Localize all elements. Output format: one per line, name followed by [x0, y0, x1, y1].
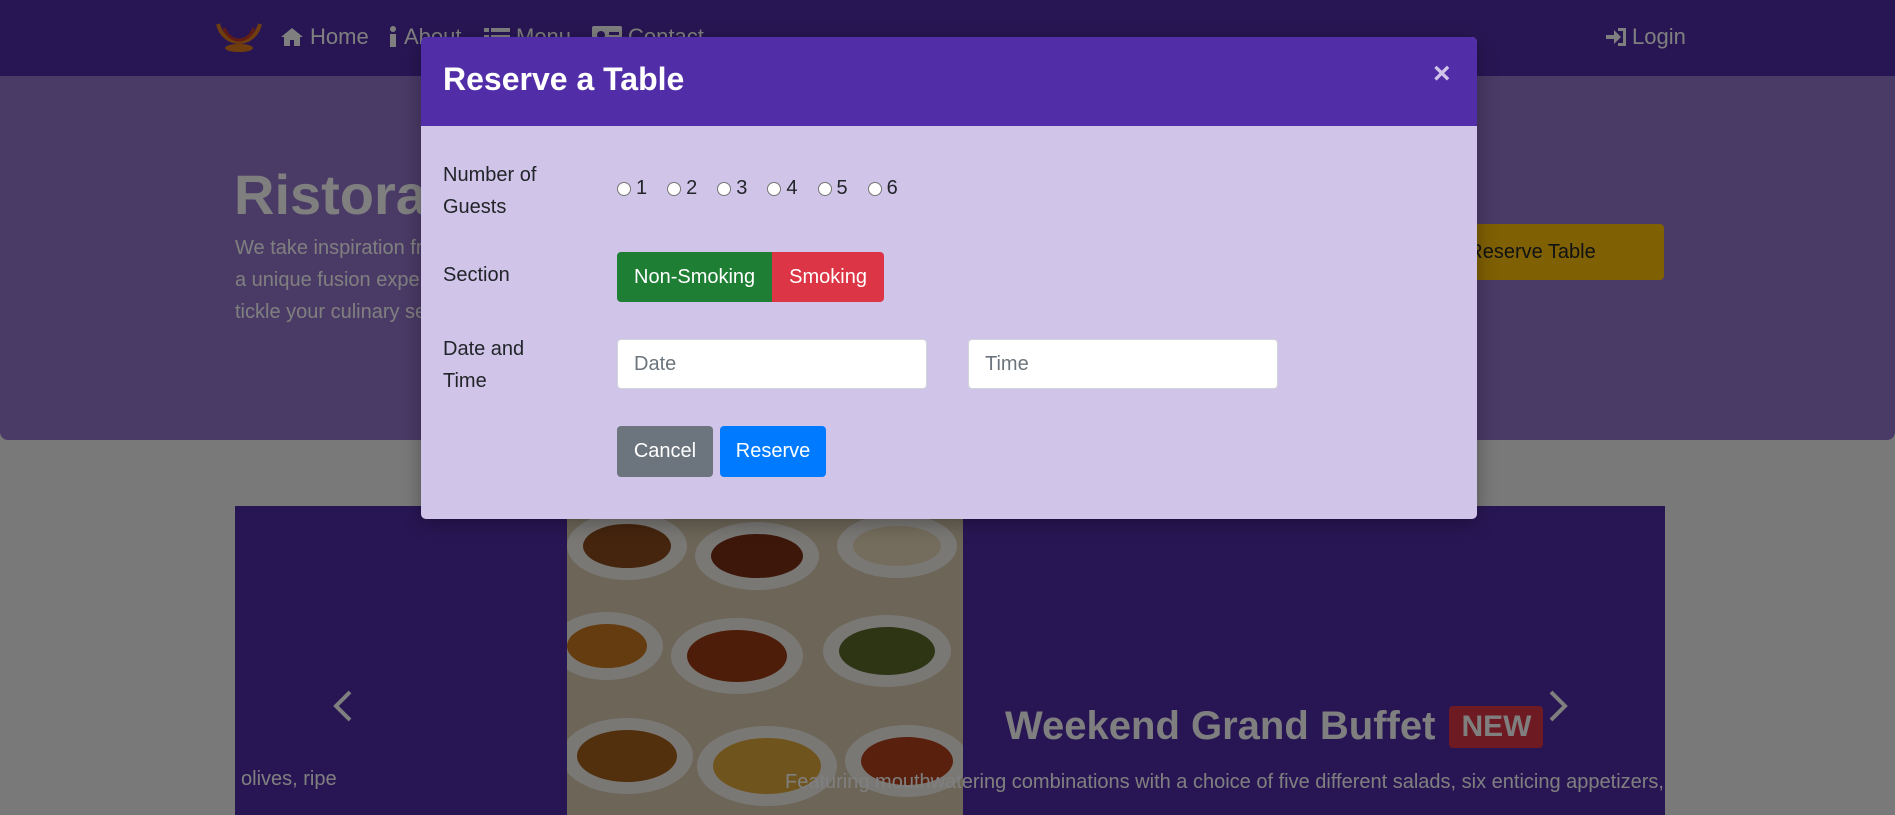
- time-input[interactable]: Time: [968, 339, 1278, 389]
- guest-option-label: 4: [786, 177, 798, 199]
- modal-title: Reserve a Table: [443, 61, 685, 97]
- radio-button[interactable]: [767, 181, 782, 196]
- radio-button[interactable]: [667, 181, 682, 196]
- guest-option-2[interactable]: 2: [667, 177, 697, 200]
- date-input[interactable]: Date: [617, 339, 927, 389]
- guest-option-label: 6: [886, 177, 898, 199]
- datetime-label: Date and Time: [443, 338, 525, 392]
- radio-button[interactable]: [617, 181, 631, 196]
- guests-label: Number of Guests: [443, 164, 537, 218]
- guest-option-1[interactable]: 1: [617, 177, 647, 200]
- guest-option-6[interactable]: 6: [867, 177, 898, 200]
- guests-radio-group: 1 2 3 4 5 6: [617, 177, 898, 200]
- guest-option-label: 3: [736, 177, 748, 199]
- section-label: Section: [443, 264, 510, 286]
- section-button-group: Non-Smoking Smoking: [617, 252, 884, 302]
- reserve-button[interactable]: Reserve: [720, 426, 826, 477]
- radio-button[interactable]: [867, 181, 882, 196]
- guest-option-label: 2: [686, 177, 698, 199]
- non-smoking-button[interactable]: Non-Smoking: [617, 252, 773, 302]
- smoking-button[interactable]: Smoking: [772, 252, 884, 302]
- guest-option-5[interactable]: 5: [817, 177, 848, 200]
- radio-button[interactable]: [717, 181, 732, 196]
- close-button[interactable]: ×: [1433, 59, 1451, 89]
- guest-option-label: 1: [636, 177, 648, 199]
- radio-button[interactable]: [817, 181, 832, 196]
- modal-header: Reserve a Table ×: [421, 37, 1477, 126]
- guest-option-4[interactable]: 4: [767, 177, 798, 200]
- guest-option-label: 5: [836, 177, 848, 199]
- guest-option-3[interactable]: 3: [717, 177, 747, 200]
- reserve-modal: Reserve a Table × Number of Guests 1 2 3…: [421, 37, 1477, 519]
- cancel-button[interactable]: Cancel: [617, 426, 713, 477]
